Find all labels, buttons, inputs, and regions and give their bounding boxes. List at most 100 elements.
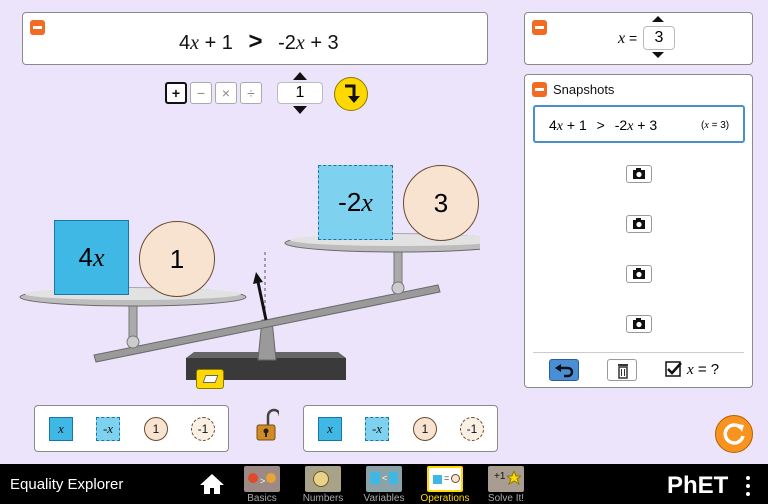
numbers-screen-icon — [305, 466, 341, 492]
operand-decrement-arrow[interactable] — [293, 106, 307, 114]
equation-right-coef: -2 — [278, 32, 296, 54]
basics-screen-icon: > — [244, 466, 280, 492]
toolbox-right-neg-one[interactable]: -1 — [460, 417, 484, 441]
apply-operation-button[interactable] — [334, 77, 368, 111]
reset-all-button[interactable] — [715, 415, 753, 453]
nav-screen-solve-it[interactable]: +1 Solve It! — [482, 466, 530, 504]
reset-icon — [723, 423, 745, 445]
home-button[interactable] — [199, 472, 225, 496]
variables-screen-icon: < — [366, 466, 402, 492]
snapshot-right-coef: -2 — [614, 117, 628, 133]
app-title: Equality Explorer — [10, 476, 124, 493]
snapshot-left-coef: 4 — [549, 117, 557, 133]
snapshot-camera-button-2[interactable] — [626, 165, 652, 183]
snapshots-divider — [533, 352, 744, 353]
delete-snapshot-button[interactable] — [607, 359, 637, 381]
snapshot-note-eq: = 3) — [708, 120, 730, 131]
checkbox-checked-icon — [665, 361, 682, 377]
operator-minus-button[interactable]: − — [190, 82, 212, 104]
variable-value[interactable]: 3 — [643, 26, 675, 50]
trash-icon — [618, 364, 628, 379]
operand-increment-arrow[interactable] — [293, 72, 307, 80]
snapshot-right-rest: + 3 — [633, 117, 658, 133]
camera-icon — [633, 168, 645, 179]
lock-toggle-button[interactable] — [255, 407, 282, 443]
equation-left-coef: 4 — [179, 32, 191, 54]
nav-screen-basics[interactable]: > Basics — [238, 466, 286, 504]
show-variable-values-toggle[interactable]: x = ? — [665, 360, 745, 382]
right-variable-block[interactable]: -2x — [318, 165, 393, 240]
toolbox-left-x[interactable]: x — [49, 417, 73, 441]
variable-label-eq: = — [625, 30, 638, 46]
operand-value[interactable]: 1 — [277, 82, 323, 104]
collapse-snapshots-button[interactable] — [532, 82, 547, 97]
right-block-coef: -2 — [338, 187, 362, 217]
collapse-variable-button[interactable] — [532, 20, 547, 35]
equation-text: 4x + 1 > -2x + 3 — [179, 28, 339, 56]
equation-left-var: x — [190, 32, 200, 54]
operator-divide-button[interactable]: ÷ — [240, 82, 262, 104]
snapshot-camera-button-4[interactable] — [626, 265, 652, 283]
toolbox-right-neg-x[interactable]: -x — [365, 417, 389, 441]
nav-label-solve-it: Solve It! — [487, 493, 525, 504]
unlocked-padlock-icon — [256, 408, 282, 441]
operator-times-button[interactable]: × — [215, 82, 237, 104]
operand-picker: 1 — [277, 72, 323, 114]
toolbox-right-x[interactable]: x — [318, 417, 342, 441]
right-block-var: x — [361, 188, 373, 217]
eraser-icon — [202, 375, 219, 383]
show-values-label: x = ? — [687, 361, 719, 379]
camera-icon — [633, 318, 645, 329]
snapshot-left-rest: + 1 — [563, 117, 587, 133]
variable-increment-arrow[interactable] — [652, 16, 664, 22]
toolbox-left-neg-one[interactable]: -1 — [191, 417, 215, 441]
variable-panel: x = 3 — [524, 12, 753, 65]
show-values-rest: = ? — [693, 361, 720, 378]
operator-plus-button[interactable]: + — [165, 82, 187, 104]
snapshot-camera-button-5[interactable] — [626, 315, 652, 333]
clear-scale-button[interactable] — [196, 369, 224, 389]
equation-panel: 4x + 1 > -2x + 3 — [22, 12, 488, 65]
toolbox-left-neg-x[interactable]: -x — [96, 417, 120, 441]
snapshot-1-variable-note: (x = 3) — [701, 120, 729, 131]
nav-label-operations: Operations — [420, 493, 470, 504]
nav-label-basics: Basics — [247, 493, 277, 504]
phet-logo[interactable]: PhET — [667, 472, 728, 500]
nav-screen-operations[interactable]: = Operations — [421, 466, 469, 504]
nav-screen-numbers[interactable]: Numbers — [299, 466, 347, 504]
home-icon — [200, 474, 224, 494]
apply-arrow-icon — [345, 84, 360, 103]
operations-screen-icon: = — [427, 466, 463, 492]
snapshots-panel: Snapshots 4x + 1 > -2x + 3 (x = 3) x = ? — [524, 74, 753, 388]
snapshots-title: Snapshots — [553, 82, 615, 97]
left-block-var: x — [92, 243, 105, 272]
solve-it-screen-icon: +1 — [488, 466, 524, 492]
star-icon — [507, 471, 521, 485]
equation-right-var: x — [295, 32, 305, 54]
equation-relation: > — [248, 28, 263, 55]
show-values-var: x — [687, 362, 694, 378]
snapshot-slot-1[interactable]: 4x + 1 > -2x + 3 (x = 3) — [533, 105, 745, 143]
variable-decrement-arrow[interactable] — [652, 52, 664, 58]
equation-right-rest: + 3 — [304, 32, 339, 54]
toolbox-right-one[interactable]: 1 — [413, 417, 437, 441]
left-variable-block[interactable]: 4x — [54, 220, 129, 295]
snapshot-camera-button-3[interactable] — [626, 215, 652, 233]
restore-snapshot-button[interactable] — [549, 359, 579, 381]
collapse-equation-button[interactable] — [30, 20, 45, 35]
left-constant-circle[interactable]: 1 — [139, 221, 215, 297]
equation-left-rest: + 1 — [199, 32, 233, 54]
right-constant-circle[interactable]: 3 — [403, 165, 479, 241]
nav-label-variables: Variables — [363, 493, 405, 504]
right-toolbox: x -x 1 -1 — [303, 405, 498, 452]
toolbox-left-one[interactable]: 1 — [144, 417, 168, 441]
phet-menu-icon[interactable] — [746, 476, 752, 496]
variable-label: x = — [618, 30, 637, 48]
snapshot-relation: > — [596, 117, 605, 133]
left-block-coef: 4 — [78, 242, 93, 272]
camera-icon — [633, 218, 645, 229]
nav-screen-variables[interactable]: < Variables — [360, 466, 408, 504]
camera-icon — [633, 268, 645, 279]
navigation-bar: Equality Explorer > Basics Numbers < Var… — [0, 464, 768, 504]
undo-arrow-icon — [555, 364, 574, 378]
